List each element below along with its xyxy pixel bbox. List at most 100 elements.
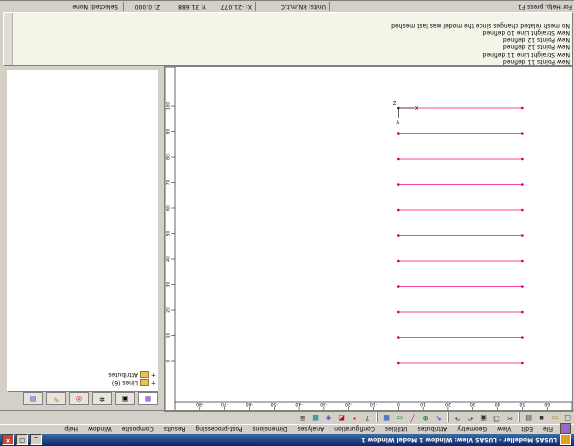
model-geometry-group: -80 -70 -60 -50 -40 -30 -20 -10 0 10 20 30 40 50 60 0 10… bbox=[165, 67, 572, 411]
layers-icon: ▦ bbox=[144, 395, 152, 403]
status-help-text: For Help, press F1 bbox=[517, 3, 572, 10]
cut-button[interactable]: ✂ bbox=[504, 412, 515, 423]
save-button[interactable]: ▪ bbox=[536, 412, 547, 423]
groups-icon: ▣ bbox=[121, 395, 129, 403]
menu-window[interactable]: Window bbox=[83, 425, 117, 432]
select-button[interactable]: ↖ bbox=[433, 412, 444, 423]
line-end-point bbox=[397, 259, 400, 263]
line-end-point bbox=[521, 259, 524, 263]
menu-post-processing[interactable]: Post-processing bbox=[190, 425, 247, 432]
menu-bar: File Edit View Geometry Attributes Utili… bbox=[0, 423, 574, 434]
toolbar-separator bbox=[447, 412, 449, 423]
app-menu-icon[interactable] bbox=[560, 423, 571, 434]
message-line: New Straight Line 10 defined bbox=[482, 28, 570, 36]
status-bar: For Help, press F1 Units: kN,m,t,C X: -2… bbox=[0, 0, 574, 12]
ruler-tick-label: 70 bbox=[166, 180, 172, 186]
tree-expand-icon[interactable]: + bbox=[151, 372, 156, 379]
close-button[interactable]: x bbox=[2, 434, 14, 446]
layer-button[interactable]: ▦ bbox=[381, 412, 392, 423]
undo-button[interactable]: ↶ bbox=[465, 412, 476, 423]
menu-utilities[interactable]: Utilities bbox=[380, 425, 413, 432]
menu-composite[interactable]: Composite bbox=[117, 425, 159, 432]
ruler-tick-label: -40 bbox=[295, 401, 302, 407]
message-line: New Points 12 defined bbox=[502, 36, 570, 44]
line-end-point bbox=[521, 106, 524, 110]
menu-dimensions[interactable]: Dimensions bbox=[247, 425, 292, 432]
tree-item-attributes[interactable]: + Attributes bbox=[108, 371, 156, 379]
minimize-button[interactable]: _ bbox=[30, 434, 42, 446]
line-end-point bbox=[521, 183, 524, 186]
new-button[interactable]: □ bbox=[562, 412, 573, 423]
attributes-tab[interactable]: ✲ bbox=[92, 392, 112, 406]
ruler-tick-label: -20 bbox=[345, 401, 352, 407]
help-button[interactable]: ? bbox=[362, 412, 373, 423]
menu-configuration[interactable]: Configuration bbox=[329, 425, 380, 432]
folder-icon bbox=[139, 379, 149, 387]
line-button[interactable]: ╱ bbox=[407, 412, 418, 423]
maximize-button[interactable]: □ bbox=[16, 434, 28, 446]
open-button[interactable]: ▭ bbox=[549, 412, 560, 423]
toolbar-separator bbox=[518, 412, 520, 423]
treeview-panel: + Lines (6) + Attributes ▦ ▣ ✲ ◎ ✎ ▤ bbox=[4, 66, 161, 408]
tree-item-label: Lines (6) bbox=[111, 379, 138, 387]
model-view-canvas[interactable]: -80 -70 -60 -50 -40 -30 -20 -10 0 10 20 30 40 50 60 0 10… bbox=[164, 66, 573, 412]
messages-scrollbar[interactable] bbox=[4, 13, 13, 65]
properties-icon: ≣ bbox=[299, 414, 306, 422]
line-end-point bbox=[521, 157, 524, 161]
menu-edit[interactable]: Edit bbox=[516, 425, 538, 432]
ruler-tick-label: -30 bbox=[320, 401, 327, 407]
status-y-coord: Y: 31.688 bbox=[178, 3, 206, 10]
message-line: New Points 11 defined bbox=[502, 58, 570, 65]
ruler-tick-label: 50 bbox=[519, 401, 525, 407]
layers-tab[interactable]: ▦ bbox=[138, 392, 158, 406]
line-end-point bbox=[521, 310, 524, 314]
layer-icon: ▦ bbox=[383, 414, 390, 422]
menu-help[interactable]: Help bbox=[59, 425, 83, 432]
ruler-tick-label: 20 bbox=[166, 307, 172, 313]
redo-button[interactable]: ↷ bbox=[452, 412, 463, 423]
point-button[interactable]: • bbox=[349, 412, 360, 423]
window-title: LUSAS Modeller - LUSAS View: Window 1 Mo… bbox=[361, 436, 557, 444]
reports-tab[interactable]: ▤ bbox=[23, 392, 43, 406]
copy-button[interactable]: ❐ bbox=[491, 412, 502, 423]
properties-button[interactable]: ≣ bbox=[297, 412, 308, 423]
menu-view[interactable]: View bbox=[492, 425, 516, 432]
menu-geometry[interactable]: Geometry bbox=[452, 425, 492, 432]
menu-results[interactable]: Results bbox=[159, 425, 191, 432]
line-end-point bbox=[397, 361, 400, 365]
treeview[interactable]: + Lines (6) + Attributes bbox=[7, 70, 161, 392]
surface-button[interactable]: ◩ bbox=[336, 412, 347, 423]
mesh-button[interactable]: ▩ bbox=[310, 412, 321, 423]
paste-icon: ▣ bbox=[480, 414, 487, 422]
rectangle-button[interactable]: ▭ bbox=[394, 412, 405, 423]
analyses-tab[interactable]: ◎ bbox=[69, 392, 89, 406]
panel-splitter[interactable] bbox=[158, 66, 163, 410]
paste-button[interactable]: ▣ bbox=[478, 412, 489, 423]
print-button[interactable]: ▤ bbox=[523, 412, 534, 423]
model-view-svg[interactable]: -80 -70 -60 -50 -40 -30 -20 -10 0 10 20 30 40 50 60 0 10… bbox=[165, 67, 572, 411]
ruler-tick-label: -50 bbox=[270, 401, 277, 407]
cut-icon: ✂ bbox=[506, 414, 513, 422]
utilities-tab[interactable]: ✎ bbox=[46, 392, 66, 406]
line-end-point bbox=[521, 336, 524, 339]
folder-icon bbox=[139, 371, 149, 379]
volume-button[interactable]: ◈ bbox=[323, 412, 334, 423]
help-icon: ? bbox=[365, 414, 370, 422]
ruler-tick-label: -60 bbox=[246, 401, 253, 407]
volume-icon: ◈ bbox=[325, 414, 332, 422]
zoom-button[interactable]: ⊕ bbox=[420, 412, 431, 423]
menu-file[interactable]: File bbox=[538, 425, 558, 432]
menu-attributes[interactable]: Attributes bbox=[413, 425, 453, 432]
menu-analyses[interactable]: Analyses bbox=[292, 425, 329, 432]
ruler-tick-label: 60 bbox=[166, 205, 172, 211]
surface-icon: ◩ bbox=[338, 414, 345, 422]
groups-tab[interactable]: ▣ bbox=[115, 392, 135, 406]
tree-item-lines[interactable]: + Lines (6) bbox=[112, 379, 156, 387]
tree-expand-icon[interactable]: + bbox=[151, 380, 156, 387]
ruler-tick-label: 60 bbox=[544, 401, 550, 407]
print-icon: ▤ bbox=[525, 414, 532, 422]
messages-pane[interactable]: New Points 11 defined New Straight Line … bbox=[3, 12, 573, 66]
line-end-point bbox=[397, 183, 400, 186]
ruler-tick-label: 30 bbox=[470, 401, 476, 407]
redo-icon: ↷ bbox=[454, 414, 461, 422]
